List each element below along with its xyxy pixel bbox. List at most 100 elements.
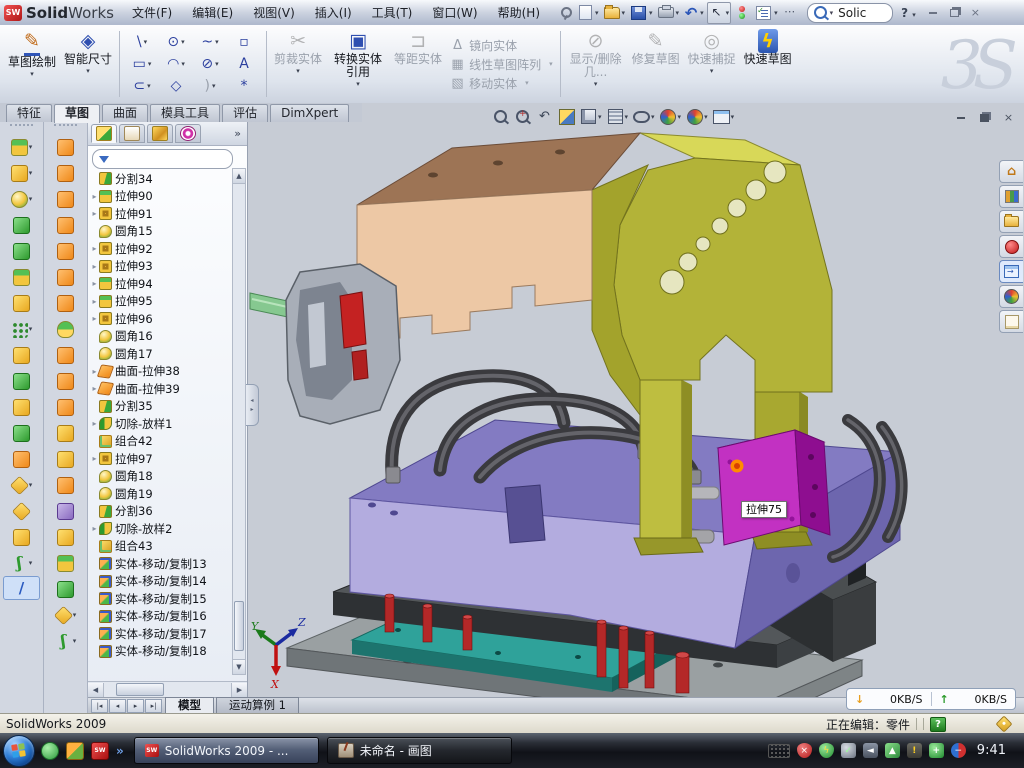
dropdown-chevron-icon[interactable]: ▾ — [29, 481, 33, 489]
toolbar-grip[interactable] — [10, 124, 33, 132]
zoom-to-area-button[interactable] — [514, 108, 531, 125]
taskpane-tab-view-palette[interactable] — [999, 260, 1023, 283]
dropdown-chevron-icon[interactable]: ▾ — [731, 113, 735, 121]
carrier-block[interactable] — [286, 264, 400, 424]
tab-曲面[interactable]: 曲面 — [102, 104, 148, 122]
pin-button[interactable] — [556, 3, 574, 23]
menu-3[interactable]: 插入(I) — [305, 1, 362, 25]
dropdown-chevron-icon[interactable]: ▾ — [86, 67, 90, 75]
previous-view-button[interactable]: ↶ — [536, 108, 553, 125]
tab-DimXpert[interactable]: DimXpert — [270, 104, 349, 122]
col1-tool-12[interactable] — [0, 420, 43, 446]
box-select-button[interactable]: ▫ — [227, 31, 261, 53]
open-button[interactable]: ▾ — [602, 3, 627, 23]
tree-item[interactable]: 实体-移动/复制16 — [90, 608, 231, 626]
expand-arrow-icon[interactable]: ▸ — [90, 419, 99, 428]
quick-launch-chevron-icon[interactable]: » — [116, 744, 124, 758]
hide-show-items-button[interactable]: ▾ — [633, 108, 655, 125]
dropdown-chevron-icon[interactable]: ▾ — [726, 9, 730, 17]
menu-0[interactable]: 文件(F) — [122, 1, 182, 25]
col1-tool-4[interactable] — [0, 212, 43, 238]
polygon-button[interactable]: ◇ — [159, 75, 193, 97]
tree-item[interactable]: 实体-移动/复制13 — [90, 555, 231, 573]
expand-arrow-icon[interactable]: ▸ — [90, 262, 99, 271]
edit-appearance-button[interactable]: ▾ — [660, 108, 682, 125]
dropdown-chevron-icon[interactable]: ▾ — [622, 9, 626, 17]
sheet-nav-3[interactable]: ▸| — [145, 699, 162, 713]
tree-item[interactable]: 实体-移动/复制15 — [90, 590, 231, 608]
tree-tabs-more-button[interactable]: » — [234, 127, 241, 140]
taskbar-window-button[interactable]: SWSolidWorks 2009 - ... — [134, 737, 319, 764]
dropdown-chevron-icon[interactable]: ▾ — [678, 113, 682, 121]
ellipse-button[interactable]: ⊘▾ — [193, 53, 227, 75]
col1-tool-17[interactable]: ʃ▾ — [0, 550, 43, 576]
tray-updater-icon[interactable]: ✓ — [841, 743, 856, 758]
new-document-button[interactable]: ▾ — [576, 3, 600, 23]
col1-tool-9[interactable] — [0, 342, 43, 368]
tree-item[interactable]: ▸拉伸93 — [90, 258, 231, 276]
tree-item[interactable]: ▸拉伸96 — [90, 310, 231, 328]
dropdown-chevron-icon[interactable]: ▾ — [676, 9, 680, 17]
scroll-left-button[interactable]: ◀ — [88, 683, 104, 697]
tree-item[interactable]: 圆角18 — [90, 468, 231, 486]
traffic-light-button[interactable] — [733, 3, 751, 23]
taskpane-tab-appearances-scenes[interactable] — [999, 285, 1023, 308]
col2-tool-17[interactable] — [44, 550, 87, 576]
col2-tool-5[interactable] — [44, 238, 87, 264]
menu-4[interactable]: 工具(T) — [362, 1, 423, 25]
tree-item[interactable]: 实体-移动/复制17 — [90, 625, 231, 643]
taskpane-tab-custom-properties[interactable] — [999, 310, 1023, 333]
col2-tool-11[interactable] — [44, 394, 87, 420]
tree-tab-dimxpertmanager[interactable] — [175, 124, 201, 143]
dropdown-chevron-icon[interactable]: ▾ — [215, 60, 219, 68]
taskpane-tab-design-library[interactable] — [999, 185, 1023, 208]
tree-horizontal-scrollbar[interactable]: ◀ ▶ — [88, 681, 247, 697]
sheet-nav-0[interactable]: |◂ — [91, 699, 108, 713]
quick-launch-messenger-icon[interactable] — [41, 742, 59, 760]
save-button[interactable]: ▾ — [628, 3, 654, 23]
dropdown-chevron-icon[interactable]: ▾ — [147, 82, 151, 90]
tree-item[interactable]: ▸曲面-拉伸39 — [90, 380, 231, 398]
status-help-badge[interactable]: ? — [930, 717, 946, 732]
col1-tool-1[interactable]: ▾ — [0, 134, 43, 160]
scroll-down-button[interactable]: ▼ — [233, 659, 245, 674]
dropdown-chevron-icon[interactable]: ▾ — [73, 611, 77, 619]
tray-alert-icon[interactable]: ! — [907, 743, 922, 758]
taskbar-clock[interactable]: 9:41 — [973, 743, 1016, 758]
tree-item[interactable]: 分割36 — [90, 503, 231, 521]
col2-tool-15[interactable] — [44, 498, 87, 524]
dropdown-chevron-icon[interactable]: ▾ — [625, 113, 629, 121]
tree-item[interactable]: 组合42 — [90, 433, 231, 451]
col2-tool-6[interactable] — [44, 264, 87, 290]
col2-tool-12[interactable] — [44, 420, 87, 446]
col2-tool-1[interactable] — [44, 134, 87, 160]
col1-tool-13[interactable] — [0, 446, 43, 472]
tree-tab-propertymanager[interactable] — [119, 124, 145, 143]
sheet-nav-2[interactable]: ▸ — [127, 699, 144, 713]
tree-item[interactable]: 圆角15 — [90, 223, 231, 241]
expand-arrow-icon[interactable]: ▸ — [90, 314, 99, 323]
view-settings-button[interactable]: ▾ — [713, 108, 735, 125]
tree-item[interactable]: ▸拉伸90 — [90, 188, 231, 206]
col2-tool-2[interactable] — [44, 160, 87, 186]
line-button[interactable]: \▾ — [125, 31, 159, 53]
restore-button[interactable] — [947, 6, 962, 19]
overflow-button[interactable]: ⋯ — [781, 3, 799, 23]
col2-tool-16[interactable] — [44, 524, 87, 550]
tab-模具工具[interactable]: 模具工具 — [150, 104, 220, 122]
tree-item[interactable]: ▸拉伸92 — [90, 240, 231, 258]
tree-item[interactable]: 实体-移动/复制18 — [90, 643, 231, 661]
scroll-right-button[interactable]: ▶ — [231, 683, 247, 697]
sheet-nav-1[interactable]: ◂ — [109, 699, 126, 713]
expand-arrow-icon[interactable]: ▸ — [90, 279, 99, 288]
tray-security-icon[interactable]: ϟ — [819, 743, 834, 758]
col1-tool-16[interactable] — [0, 524, 43, 550]
tree-item[interactable]: 圆角17 — [90, 345, 231, 363]
col2-tool-10[interactable] — [44, 368, 87, 394]
ribbon-button-草图绘制[interactable]: ✎草图绘制▾ — [4, 25, 60, 103]
ribbon-button-转换实体引用[interactable]: ▣转换实体引用▾ — [326, 25, 390, 103]
yellow-bracket[interactable] — [592, 133, 832, 415]
menu-1[interactable]: 编辑(E) — [182, 1, 243, 25]
arc-button[interactable]: ◠▾ — [159, 53, 193, 75]
dropdown-chevron-icon[interactable]: ▾ — [700, 9, 704, 17]
